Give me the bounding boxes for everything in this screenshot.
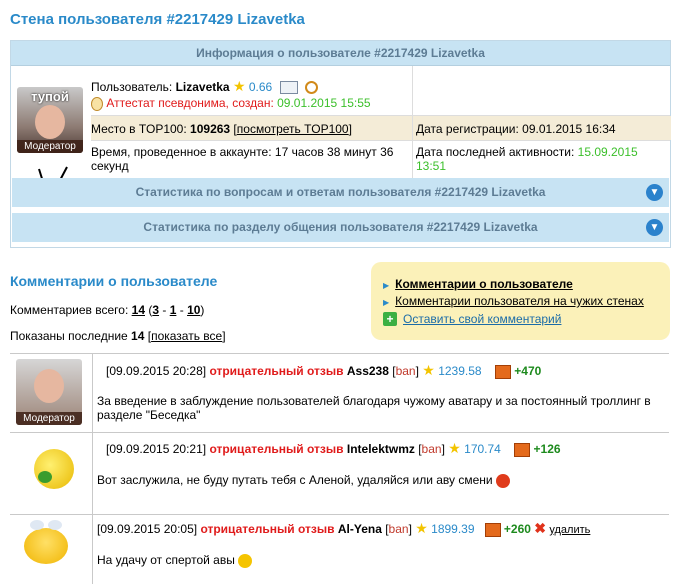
author-rating: 1899.39 bbox=[431, 522, 475, 536]
comment-author[interactable]: Intelektwmz bbox=[347, 442, 415, 456]
comments-shown: Показаны последние 14 [показать все] bbox=[10, 329, 226, 343]
info-hline-2 bbox=[91, 140, 670, 141]
delete-link[interactable]: удалить bbox=[549, 524, 590, 536]
brick-icon bbox=[484, 522, 501, 537]
info-header: Информация о пользователе #2217429 Lizav… bbox=[11, 41, 670, 66]
user-label: Пользователь: bbox=[91, 80, 173, 94]
menu-item-others[interactable]: ▶ Комментарии пользователя на чужих стена… bbox=[383, 294, 644, 308]
mail-icon[interactable] bbox=[279, 81, 298, 95]
avatar-caption-top: тупой bbox=[31, 89, 69, 104]
attest-label: Аттестат псевдонима, создан: bbox=[106, 96, 274, 110]
comment-date: [09.09.2015 20:05] bbox=[97, 522, 198, 536]
delete-icon[interactable]: ✖ bbox=[534, 520, 546, 536]
bee-avatar bbox=[24, 520, 68, 564]
comment-body: На удачу от спертой авы bbox=[97, 553, 657, 568]
author-score: +126 bbox=[533, 442, 561, 456]
angry-smiley-icon bbox=[495, 473, 510, 488]
top-label: Место в TOP100: bbox=[91, 122, 187, 136]
comments-shown-label: Показаны последние bbox=[10, 329, 128, 343]
moderator-badge: Модератор bbox=[17, 140, 83, 153]
ban-link[interactable]: ban bbox=[389, 522, 409, 536]
ban-link[interactable]: ban bbox=[396, 364, 416, 378]
comment-type: отрицательный отзыв bbox=[200, 522, 335, 536]
reg-label: Дата регистрации: bbox=[416, 122, 519, 136]
author-score: +470 bbox=[514, 364, 542, 378]
top-value: 109263 bbox=[190, 122, 231, 136]
stats-questions-bar[interactable]: Статистика по вопросам и ответам пользов… bbox=[12, 178, 669, 207]
table-row: [09.09.2015 20:05] отрицательный отзыв A… bbox=[10, 514, 669, 584]
expand-down-icon[interactable]: ▼ bbox=[646, 184, 663, 201]
menu-item-leave-comment[interactable]: + Оставить свой комментарий bbox=[383, 312, 561, 326]
show-all-link[interactable]: показать все bbox=[151, 329, 222, 343]
comment-type: отрицательный отзыв bbox=[209, 364, 344, 378]
comments-table: Модератор [09.09.2015 20:28] отрицательн… bbox=[10, 353, 669, 584]
comment-author-cell: Модератор bbox=[10, 354, 93, 432]
stats-questions-label: Статистика по вопросам и ответам пользов… bbox=[135, 185, 546, 199]
user-info-panel: Информация о пользователе #2217429 Lizav… bbox=[10, 40, 671, 248]
reg-value: 09.01.2015 16:34 bbox=[522, 122, 616, 136]
comment-text: Вот заслужила, не буду путать тебя с Але… bbox=[97, 473, 493, 487]
page-title: Стена пользователя #2217429 Lizavetka bbox=[10, 11, 305, 28]
star-icon: ★ bbox=[422, 362, 435, 378]
author-rating: 1239.58 bbox=[438, 364, 482, 378]
comments-total-link[interactable]: 14 bbox=[132, 303, 145, 317]
comments-total-label: Комментариев всего: bbox=[10, 303, 129, 317]
search-icon[interactable] bbox=[304, 81, 318, 95]
avatar-face bbox=[35, 105, 65, 139]
avatar: Модератор bbox=[16, 359, 82, 425]
expand-down-icon[interactable]: ▼ bbox=[646, 219, 663, 236]
comment-text: На удачу от спертой авы bbox=[97, 553, 235, 567]
star-icon: ★ bbox=[232, 78, 246, 94]
star-icon: ★ bbox=[448, 440, 461, 456]
moderator-badge: Модератор bbox=[16, 412, 82, 425]
attest-date: 09.01.2015 15:55 bbox=[277, 96, 371, 110]
comment-author-cell bbox=[10, 432, 93, 514]
comments-negative-link[interactable]: 10 bbox=[187, 303, 200, 317]
top100-link[interactable]: посмотреть TOP100 bbox=[237, 122, 349, 136]
comments-shown-count: 14 bbox=[131, 329, 145, 343]
comments-heading: Комментарии о пользователе bbox=[10, 273, 218, 289]
time-label: Время, проведенное в аккаунте: bbox=[91, 145, 272, 159]
plus-icon: + bbox=[383, 312, 397, 326]
menu-item-about[interactable]: ▶ Комментарии о пользователе bbox=[383, 277, 573, 291]
comments-menu: ▶ Комментарии о пользователе ▶ Комментарии… bbox=[371, 262, 670, 340]
user-name: Lizavetka bbox=[175, 80, 230, 94]
avatar: тупой Модератор bbox=[17, 87, 83, 153]
comments-positive-link[interactable]: 3 bbox=[152, 303, 159, 317]
smiley-icon bbox=[238, 553, 253, 568]
comment-date: [09.09.2015 20:28] bbox=[106, 364, 207, 378]
user-rating: 0.66 bbox=[248, 80, 273, 94]
comment-text: За введение в заблуждение пользователей … bbox=[97, 394, 651, 422]
comments-neutral-link[interactable]: 1 bbox=[170, 303, 177, 317]
last-label: Дата последней активности: bbox=[416, 145, 575, 159]
brick-icon bbox=[494, 364, 511, 379]
star-icon: ★ bbox=[415, 520, 428, 536]
table-row: Модератор [09.09.2015 20:28] отрицательн… bbox=[10, 354, 669, 433]
info-hline bbox=[91, 115, 670, 116]
comment-type: отрицательный отзыв bbox=[209, 442, 344, 456]
comment-body: Вот заслужила, не буду путать тебя с Але… bbox=[97, 473, 657, 488]
brick-icon bbox=[514, 442, 531, 457]
comment-date: [09.09.2015 20:21] bbox=[106, 442, 207, 456]
stats-chat-bar[interactable]: Статистика по разделу общения пользовате… bbox=[12, 213, 669, 242]
comment-author[interactable]: Al-Yena bbox=[338, 522, 382, 536]
table-row: [09.09.2015 20:21] отрицательный отзыв I… bbox=[10, 432, 669, 515]
avatar bbox=[34, 449, 74, 489]
ban-link[interactable]: ban bbox=[422, 442, 442, 456]
comment-author[interactable]: Ass238 bbox=[347, 364, 389, 378]
comment-author-cell bbox=[10, 514, 93, 584]
comments-total: Комментариев всего: 14 (3 - 1 - 10) bbox=[10, 303, 205, 317]
author-score: +260 bbox=[503, 522, 531, 536]
stats-chat-label: Статистика по разделу общения пользовате… bbox=[143, 220, 538, 234]
attest-icon bbox=[91, 96, 103, 111]
author-rating: 170.74 bbox=[464, 442, 501, 456]
